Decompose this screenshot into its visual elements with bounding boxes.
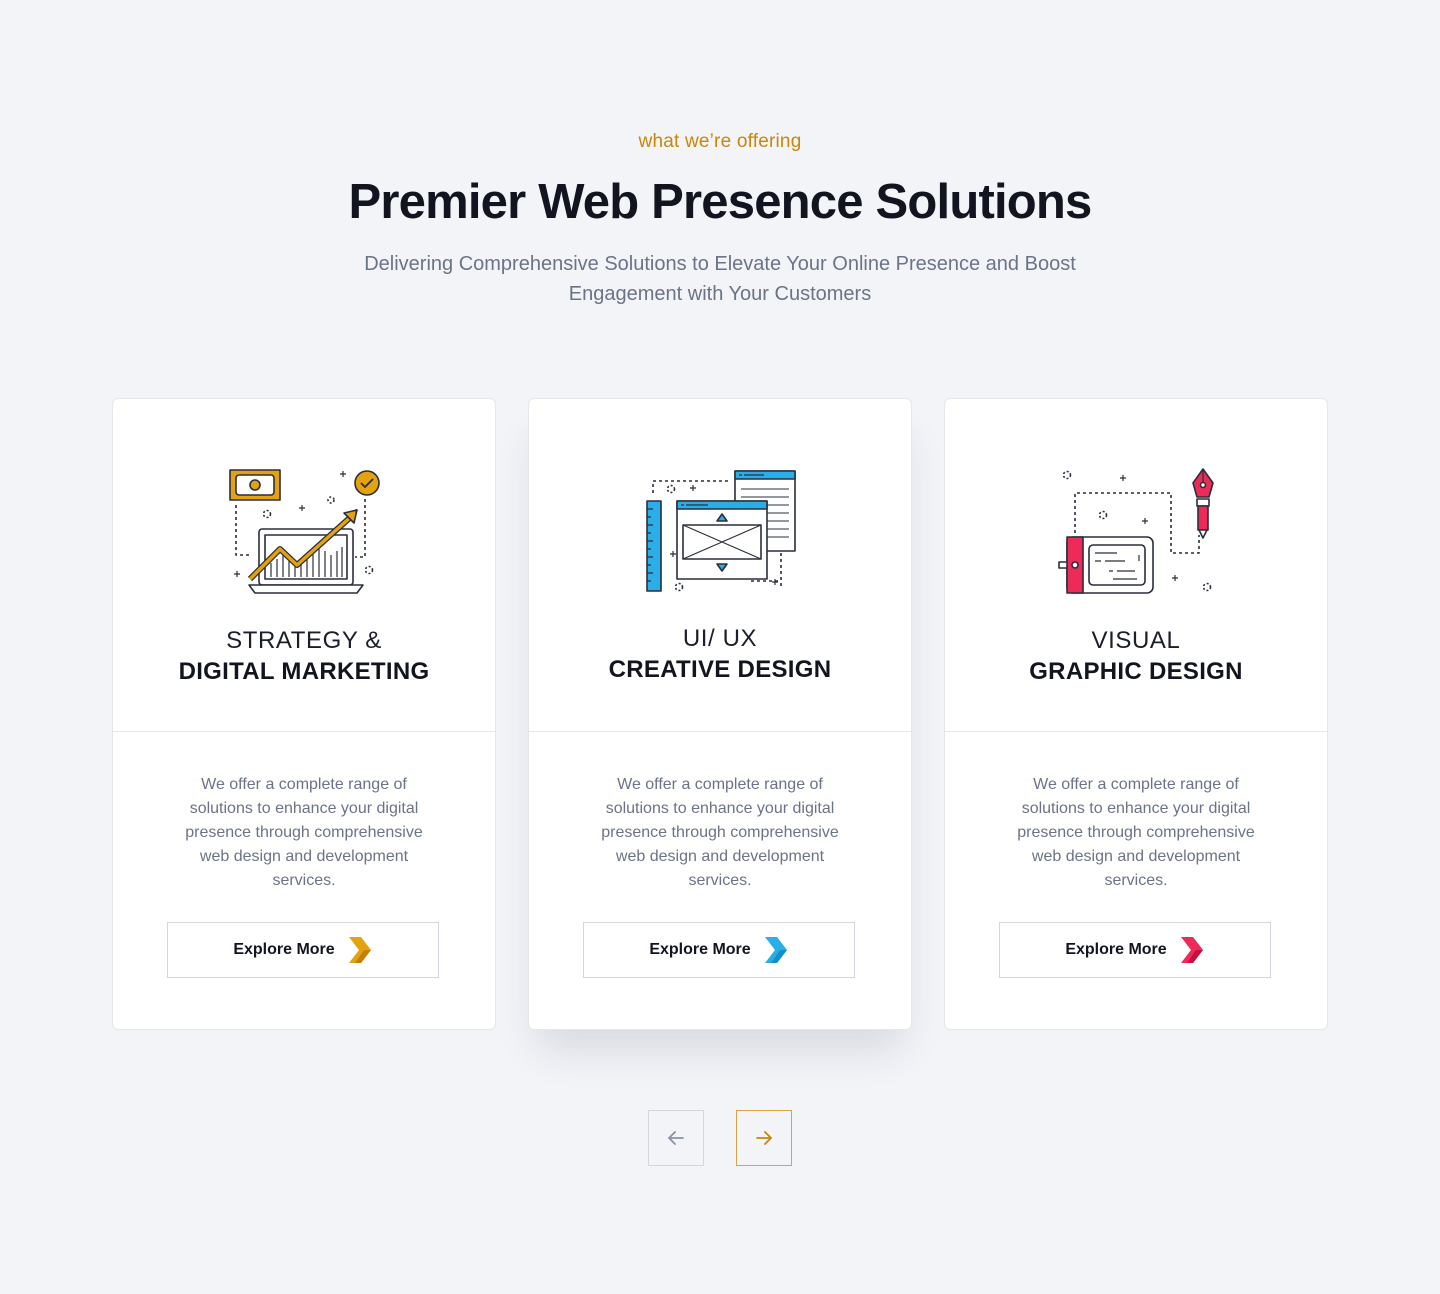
explore-more-button[interactable]: Explore More [583,922,855,978]
service-card-graphic-design: VISUAL GRAPHIC DESIGN We offer a complet… [944,398,1328,1030]
service-card-creative-design: UI/ UX CREATIVE DESIGN We offer a comple… [528,398,912,1030]
explore-more-button[interactable]: Explore More [999,922,1271,978]
card-divider [529,731,911,732]
card-heading-bold: GRAPHIC DESIGN [1029,658,1243,685]
explore-more-label: Explore More [1065,941,1167,958]
card-heading-bold: CREATIVE DESIGN [608,656,832,683]
card-heading-bold: DIGITAL MARKETING [178,658,430,685]
card-divider [113,731,495,732]
card-divider [945,731,1327,732]
chevron-right-icon [763,935,789,965]
explore-more-label: Explore More [649,941,751,958]
card-description: We offer a complete range of solutions t… [601,776,839,889]
section-subtitle: Delivering Comprehensive Solutions to El… [364,253,1076,305]
service-card-digital-marketing: STRATEGY & DIGITAL MARKETING We offer a … [112,398,496,1030]
section-title: Premier Web Presence Solutions [348,175,1092,229]
arrow-left-icon [666,1128,686,1148]
card-heading-light: UI/ UX [682,625,758,652]
section-eyebrow: what we’re offering [638,131,802,152]
wireframe-windows-icon [641,463,801,595]
chevron-right-icon [347,935,373,965]
carousel-prev-button[interactable] [648,1110,704,1166]
card-description: We offer a complete range of solutions t… [1017,776,1255,889]
arrow-right-icon [754,1128,774,1148]
pen-tablet-icon [1057,463,1217,595]
chevron-right-icon [1179,935,1205,965]
card-heading-light: VISUAL [1091,627,1181,654]
carousel-next-button[interactable] [736,1110,792,1166]
services-section: what we’re offering Premier Web Presence… [0,0,1440,1294]
explore-more-label: Explore More [233,941,335,958]
card-description: We offer a complete range of solutions t… [185,776,423,889]
service-cards: STRATEGY & DIGITAL MARKETING We offer a … [112,398,1328,1030]
growth-chart-laptop-icon [225,463,385,595]
card-heading-light: STRATEGY & [226,627,382,654]
explore-more-button[interactable]: Explore More [167,922,439,978]
